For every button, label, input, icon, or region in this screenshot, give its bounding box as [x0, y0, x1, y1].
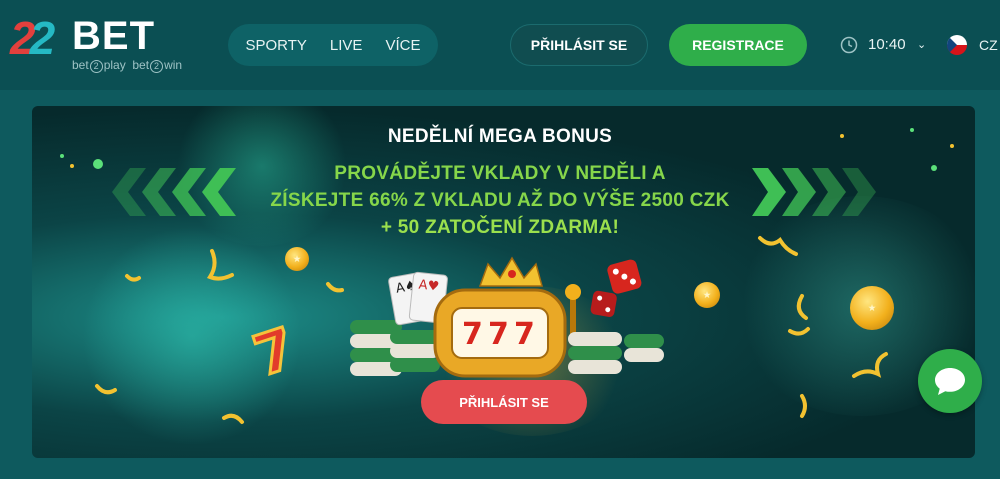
logo-digits: 22: [10, 12, 55, 64]
nav-item-live[interactable]: LIVE: [330, 37, 363, 54]
logo-tagline: bet 2 play bet 2 win: [72, 58, 183, 73]
time-display[interactable]: 10:40: [868, 36, 906, 53]
chat-bubble-icon: [935, 368, 965, 395]
register-button[interactable]: REGISTRACE: [669, 24, 807, 66]
login-button[interactable]: PŘIHLÁSIT SE: [510, 24, 648, 66]
banner-login-button[interactable]: PŘIHLÁSIT SE: [421, 380, 587, 424]
chat-button[interactable]: [918, 349, 982, 413]
chevron-down-icon[interactable]: ⌄: [917, 38, 926, 51]
czech-flag-icon[interactable]: [947, 35, 967, 55]
22bet-logo[interactable]: 22 BET bet 2 play bet 2 win: [10, 12, 200, 74]
main-nav: SPORTY LIVE VÍCE: [228, 24, 438, 66]
clock-icon: [840, 36, 858, 54]
language-code[interactable]: CZ: [979, 37, 998, 53]
site-header: 22 BET bet 2 play bet 2 win SPORTY LIVE VÍCE…: [0, 0, 1000, 90]
nav-item-sporty[interactable]: SPORTY: [246, 37, 307, 54]
logo-word: BET: [72, 14, 155, 58]
nav-item-more[interactable]: VÍCE: [385, 37, 420, 54]
